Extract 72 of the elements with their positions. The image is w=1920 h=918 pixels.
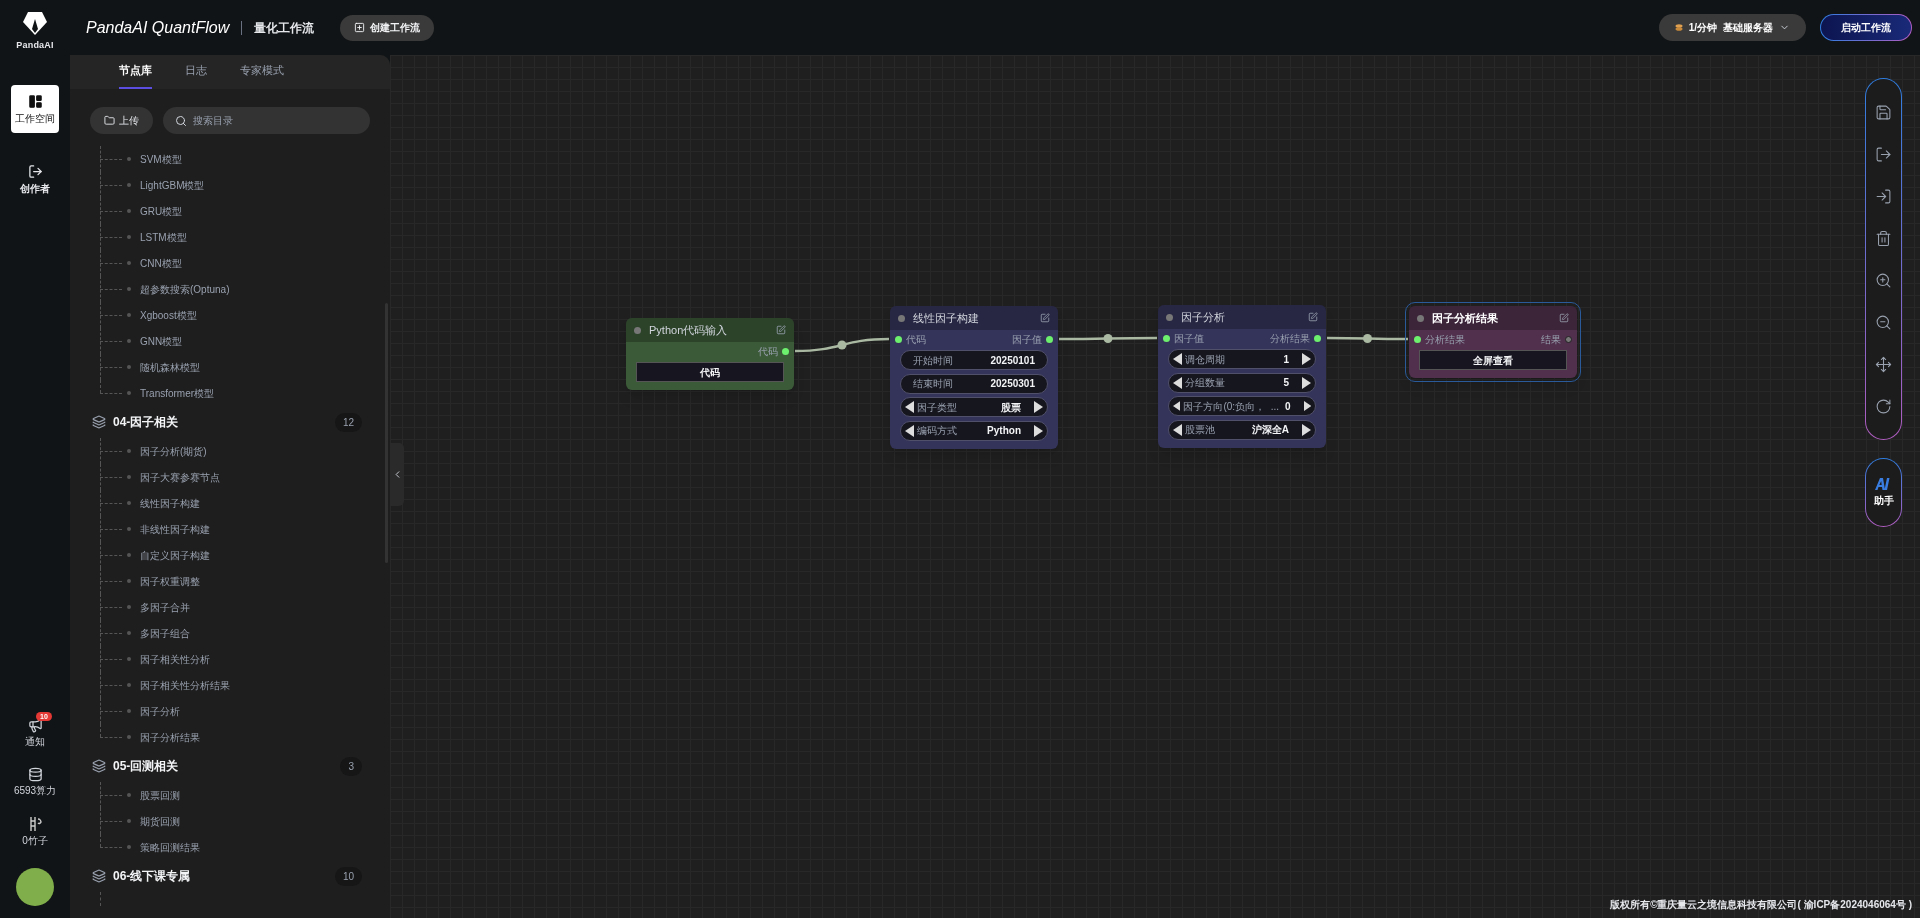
ai-assistant-button[interactable]: 助手 [1865,458,1902,527]
page-title: 量化工作流 [254,19,315,37]
group-count: 12 [334,412,362,432]
search-field[interactable]: 搜索目录 [163,107,370,134]
panel-tab[interactable]: 节点库 [119,55,152,89]
tree-item[interactable]: 因子大赛参赛节点 [140,469,220,485]
node-title: 因子分析 [1181,309,1225,325]
tree-item[interactable]: 因子相关性分析结果 [140,677,230,693]
flow-node[interactable]: 因子分析 因子值 分析结果 调仓周期 1 分组数量 5 因子方向(0:负向， ... 0 股票池 沪深全A [1158,305,1326,448]
port-label: 结果 [1541,332,1561,347]
node-combo[interactable]: 分组数量 5 [1168,372,1316,393]
node-title: 线性因子构建 [913,310,979,326]
rail-item[interactable]: 工作空间 [11,84,59,133]
tree-item[interactable]: 策略回测结果 [140,839,200,855]
node-button[interactable]: 全屏查看 [1419,350,1567,370]
copyright-text: 版权所有©重庆量云之境信息科技有限公司( 渝ICP备2024046064号 ) [1610,898,1912,912]
node-title: 因子分析结果 [1432,310,1498,326]
tree-item[interactable]: 随机森林模型 [140,359,200,375]
tree-item[interactable]: SVM模型 [140,151,182,167]
node-combo[interactable]: 因子类型 股票 [900,397,1048,417]
tree-item[interactable]: 因子权重调整 [140,573,200,589]
tree-item[interactable]: LightGBM模型 [140,177,205,193]
group-title[interactable]: 04-因子相关 [113,413,179,431]
rail-footer-item[interactable]: 0竹子 [7,810,63,846]
tree-item[interactable]: Transformer模型 [140,385,215,401]
tree-item[interactable]: LSTM模型 [140,229,187,245]
server-selector[interactable]: 1/分钟 基础服务器 [1658,14,1806,41]
node-title: Python代码输入 [649,322,728,338]
port-label: 代码 [906,332,926,347]
tree-item[interactable]: Xgboost模型 [140,307,197,323]
upload-button[interactable]: 上传 [90,107,153,134]
app-title: PandaAI QuantFlow [86,17,230,38]
tree-item[interactable]: 自定义因子构建 [140,547,210,563]
tree-item[interactable]: 非线性因子构建 [140,521,210,537]
port-label: 分析结果 [1425,332,1465,347]
group-count: 10 [334,866,362,886]
node-combo[interactable]: 调仓周期 1 [1168,349,1316,369]
rail-item[interactable]: 创作者 [11,154,59,203]
group-count: 3 [340,756,362,776]
run-workflow-button[interactable]: 启动工作流 [1820,14,1912,41]
node-combo[interactable]: 股票池 沪深全A [1168,419,1316,440]
port-label: 因子值 [1174,331,1204,346]
create-workflow-button[interactable]: 创建工作流 [340,14,435,41]
group-title[interactable]: 05-回测相关 [113,757,179,775]
tree-item[interactable]: 股票回测 [140,787,180,803]
tree-item[interactable]: CNN模型 [140,255,182,271]
port-label: 分析结果 [1270,331,1310,346]
logo-text: PandaAI [16,39,54,52]
tree-item[interactable]: GNN模型 [140,333,183,349]
node-field[interactable]: 结束时间 20250301 [900,373,1048,394]
tree-item[interactable]: 因子分析(期货) [140,443,207,459]
panel-tab[interactable]: 专家模式 [240,55,284,89]
port-label: 代码 [758,344,778,359]
tree-item[interactable]: 多因子合并 [140,599,190,615]
rail-footer-item[interactable]: 6593算力 [7,761,63,796]
panel-tab[interactable]: 日志 [185,55,207,89]
tree-item[interactable]: 因子相关性分析 [140,651,210,667]
tree-item[interactable]: GRU模型 [140,203,183,219]
flow-node[interactable]: 线性因子构建 代码 因子值 开始时间 20250101 结束时间 20250301 因子类型 股票 编码方式 Python [890,306,1058,449]
port-label: 因子值 [1012,332,1042,347]
node-combo[interactable]: 编码方式 Python [900,420,1048,441]
node-combo[interactable]: 因子方向(0:负向， ... 0 [1168,396,1316,416]
tree-item[interactable]: 因子分析结果 [140,729,200,745]
node-button[interactable]: 代码 [636,362,784,382]
tree-item[interactable]: 期货回测 [140,813,180,829]
tree-item[interactable]: 超参数搜索(Optuna) [140,281,230,297]
node-field[interactable]: 开始时间 20250101 [900,350,1048,370]
flow-node[interactable]: Python代码输入 代码 代码 [626,318,794,390]
group-title[interactable]: 06-线下课专属 [113,867,191,885]
tree-item[interactable]: 多因子组合 [140,625,190,641]
tree-item[interactable]: 因子分析 [140,703,180,719]
tree-item[interactable]: 线性因子构建 [140,495,200,511]
